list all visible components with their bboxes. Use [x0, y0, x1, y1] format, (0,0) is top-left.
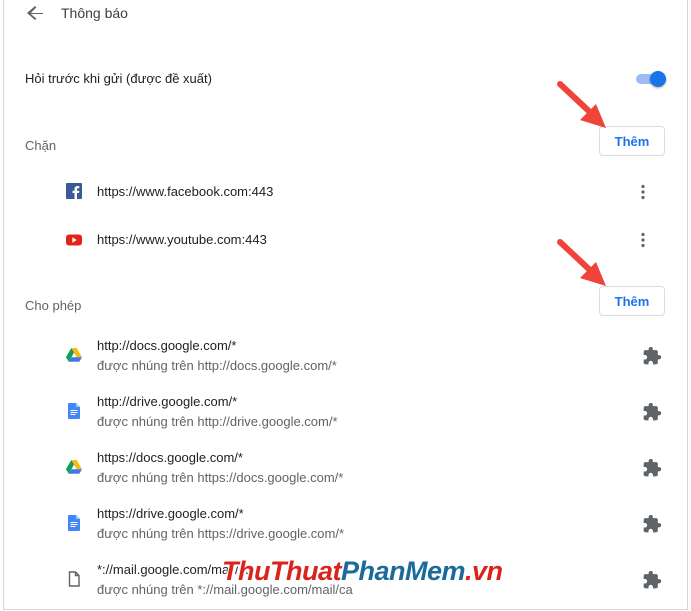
- extension-puzzle-icon[interactable]: [642, 570, 662, 590]
- watermark-part1: ThuThuat: [222, 556, 341, 586]
- site-embedded-on: được nhúng trên https://docs.google.com/…: [97, 470, 344, 485]
- site-url: https://www.facebook.com:443: [97, 184, 274, 199]
- page-title: Thông báo: [61, 5, 128, 21]
- youtube-icon: [66, 234, 82, 246]
- extension-puzzle-icon[interactable]: [642, 458, 662, 478]
- more-actions-icon[interactable]: [634, 183, 652, 201]
- site-embedded-on: được nhúng trên http://docs.google.com/*: [97, 358, 337, 373]
- extension-puzzle-icon[interactable]: [642, 402, 662, 422]
- site-url: http://drive.google.com/*: [97, 394, 238, 409]
- watermark-part3: .vn: [465, 556, 503, 586]
- allowed-section-title: Cho phép: [25, 298, 82, 313]
- facebook-icon: [66, 183, 82, 199]
- google-docs-icon: [68, 515, 80, 531]
- google-docs-icon: [68, 403, 80, 419]
- ask-before-sending-label: Hỏi trước khi gửi (được đề xuất): [25, 71, 212, 86]
- site-embedded-on: được nhúng trên https://drive.google.com…: [97, 526, 345, 541]
- blocked-add-button[interactable]: Thêm: [599, 126, 665, 156]
- blocked-section-title: Chặn: [25, 138, 57, 153]
- site-url: https://drive.google.com/*: [97, 506, 244, 521]
- back-button[interactable]: [24, 2, 48, 24]
- ask-before-sending-toggle[interactable]: [634, 69, 668, 89]
- allowed-add-button[interactable]: Thêm: [599, 286, 665, 316]
- extension-puzzle-icon[interactable]: [642, 346, 662, 366]
- watermark-part2: PhanMem: [340, 556, 466, 586]
- annotation-arrow-icon: [557, 239, 606, 286]
- file-icon: [68, 571, 80, 587]
- google-drive-icon: [66, 460, 82, 474]
- google-drive-icon: [66, 348, 82, 362]
- more-actions-icon[interactable]: [634, 231, 652, 249]
- site-watermark: ThuThuatPhanMem.vn: [222, 556, 503, 587]
- site-url: http://docs.google.com/*: [97, 338, 237, 353]
- notification-settings-panel: Thông báo Hỏi trước khi gửi (được đề xuấ…: [3, 0, 688, 610]
- site-url: https://docs.google.com/*: [97, 450, 243, 465]
- arrow-back-icon: [27, 6, 43, 20]
- toggle-knob: [650, 71, 666, 87]
- site-url: https://www.youtube.com:443: [97, 232, 267, 247]
- extension-puzzle-icon[interactable]: [642, 514, 662, 534]
- site-embedded-on: được nhúng trên http://drive.google.com/…: [97, 414, 338, 429]
